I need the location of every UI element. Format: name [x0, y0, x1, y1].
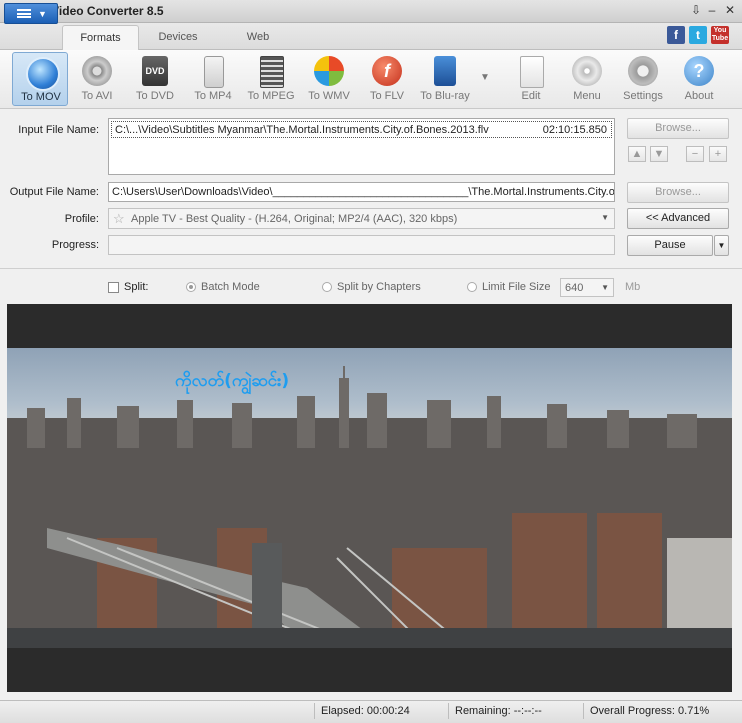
move-up-icon[interactable]: ▲ [628, 146, 646, 162]
to-bluray-button[interactable]: To Blu-ray [417, 52, 473, 106]
facebook-icon[interactable]: f [667, 26, 685, 44]
remove-file-icon[interactable]: − [686, 146, 704, 162]
size-unit: Mb [625, 281, 641, 293]
quicktime-icon [26, 57, 60, 91]
to-mp4-button[interactable]: To MP4 [185, 52, 241, 106]
close-button[interactable]: ✕ [722, 3, 738, 18]
minimize-button[interactable]: – [704, 3, 720, 18]
to-flv-button[interactable]: f To FLV [359, 52, 415, 106]
output-file-field[interactable]: C:\Users\User\Downloads\Video\__________… [108, 182, 615, 202]
progress-label: Progress: [51, 239, 99, 251]
to-dvd-button[interactable]: DVD To DVD [127, 52, 183, 106]
tab-formats[interactable]: Formats [62, 25, 139, 51]
profile-label: Profile: [64, 213, 99, 225]
about-button[interactable]: ? About [671, 52, 727, 106]
wmv-icon [314, 56, 344, 86]
disc-menu-icon [572, 56, 602, 86]
limit-file-size-radio[interactable]: Limit File Size [467, 281, 550, 293]
limit-size-select[interactable]: 640 ▼ [560, 278, 614, 297]
video-preview[interactable]: ကိုလတ်(ကျွဲဆင်း) [7, 304, 732, 692]
radio-icon [467, 282, 477, 293]
download-icon[interactable]: ⇩ [688, 3, 704, 18]
chevron-down-icon: ▼ [601, 213, 609, 222]
overall-progress: Overall Progress: 0.71% [583, 703, 740, 719]
dvd-icon: DVD [142, 56, 168, 86]
bluray-icon [434, 56, 456, 86]
menu-button[interactable]: Menu [559, 52, 615, 106]
output-file-label: Output File Name: [9, 186, 99, 198]
question-icon: ? [684, 56, 714, 86]
radio-icon [186, 282, 196, 293]
youtube-icon[interactable]: You Tube [711, 26, 729, 44]
input-file-row[interactable]: C:\...\Video\Subtitles Myanmar\The.Morta… [111, 121, 612, 138]
twitter-icon[interactable]: t [689, 26, 707, 44]
progress-bar [108, 235, 615, 255]
output-browse-button[interactable]: Browse... [627, 182, 729, 203]
pause-options-chevron-icon[interactable]: ▼ [714, 235, 729, 256]
to-avi-button[interactable]: To AVI [69, 52, 125, 106]
star-icon: ☆ [113, 211, 125, 226]
input-file-list[interactable]: C:\...\Video\Subtitles Myanmar\The.Morta… [108, 118, 615, 175]
flash-icon: f [372, 56, 402, 86]
divider [0, 268, 742, 269]
move-down-icon[interactable]: ▼ [650, 146, 668, 162]
main-menu-button[interactable]: ▼ [4, 3, 58, 24]
input-file-path: C:\...\Video\Subtitles Myanmar\The.Morta… [115, 124, 489, 136]
elapsed-time: Elapsed: 00:00:24 [314, 703, 441, 719]
settings-button[interactable]: Settings [615, 52, 671, 106]
add-file-icon[interactable]: + [709, 146, 727, 162]
subtitle-text: ကိုလတ်(ကျွဲဆင်း) [175, 371, 290, 391]
menu-icon [17, 9, 31, 18]
input-browse-button[interactable]: Browse... [627, 118, 729, 139]
edit-icon [520, 56, 544, 88]
split-by-chapters-radio[interactable]: Split by Chapters [322, 281, 421, 293]
video-frame: ကိုလတ်(ကျွဲဆင်း) [7, 348, 732, 648]
tab-devices[interactable]: Devices [142, 26, 214, 49]
edit-button[interactable]: Edit [503, 52, 559, 106]
ipod-icon [204, 56, 224, 88]
to-mpeg-button[interactable]: To MPEG [243, 52, 299, 106]
more-formats-chevron-icon[interactable]: ▼ [480, 72, 490, 83]
pause-button[interactable]: Pause [627, 235, 713, 256]
input-file-duration: 02:10:15.850 [542, 124, 607, 136]
film-reel-icon [82, 56, 112, 86]
radio-icon [322, 282, 332, 293]
gear-icon [628, 56, 658, 86]
chevron-down-icon: ▼ [38, 9, 47, 19]
input-file-label: Input File Name: [18, 124, 99, 136]
to-mov-button[interactable]: To MOV [12, 52, 68, 106]
film-strip-icon [260, 56, 284, 88]
tab-web[interactable]: Web [222, 26, 294, 49]
to-wmv-button[interactable]: To WMV [301, 52, 357, 106]
checkbox-icon [108, 281, 119, 293]
city-skyline-image [7, 366, 732, 648]
profile-select[interactable]: ☆ Apple TV - Best Quality - (H.264, Orig… [108, 208, 615, 229]
chevron-down-icon: ▼ [601, 283, 609, 292]
batch-mode-radio[interactable]: Batch Mode [186, 281, 260, 293]
advanced-button[interactable]: << Advanced [627, 208, 729, 229]
split-checkbox[interactable]: Split: [108, 281, 148, 293]
remaining-time: Remaining: --:--:-- [448, 703, 573, 719]
